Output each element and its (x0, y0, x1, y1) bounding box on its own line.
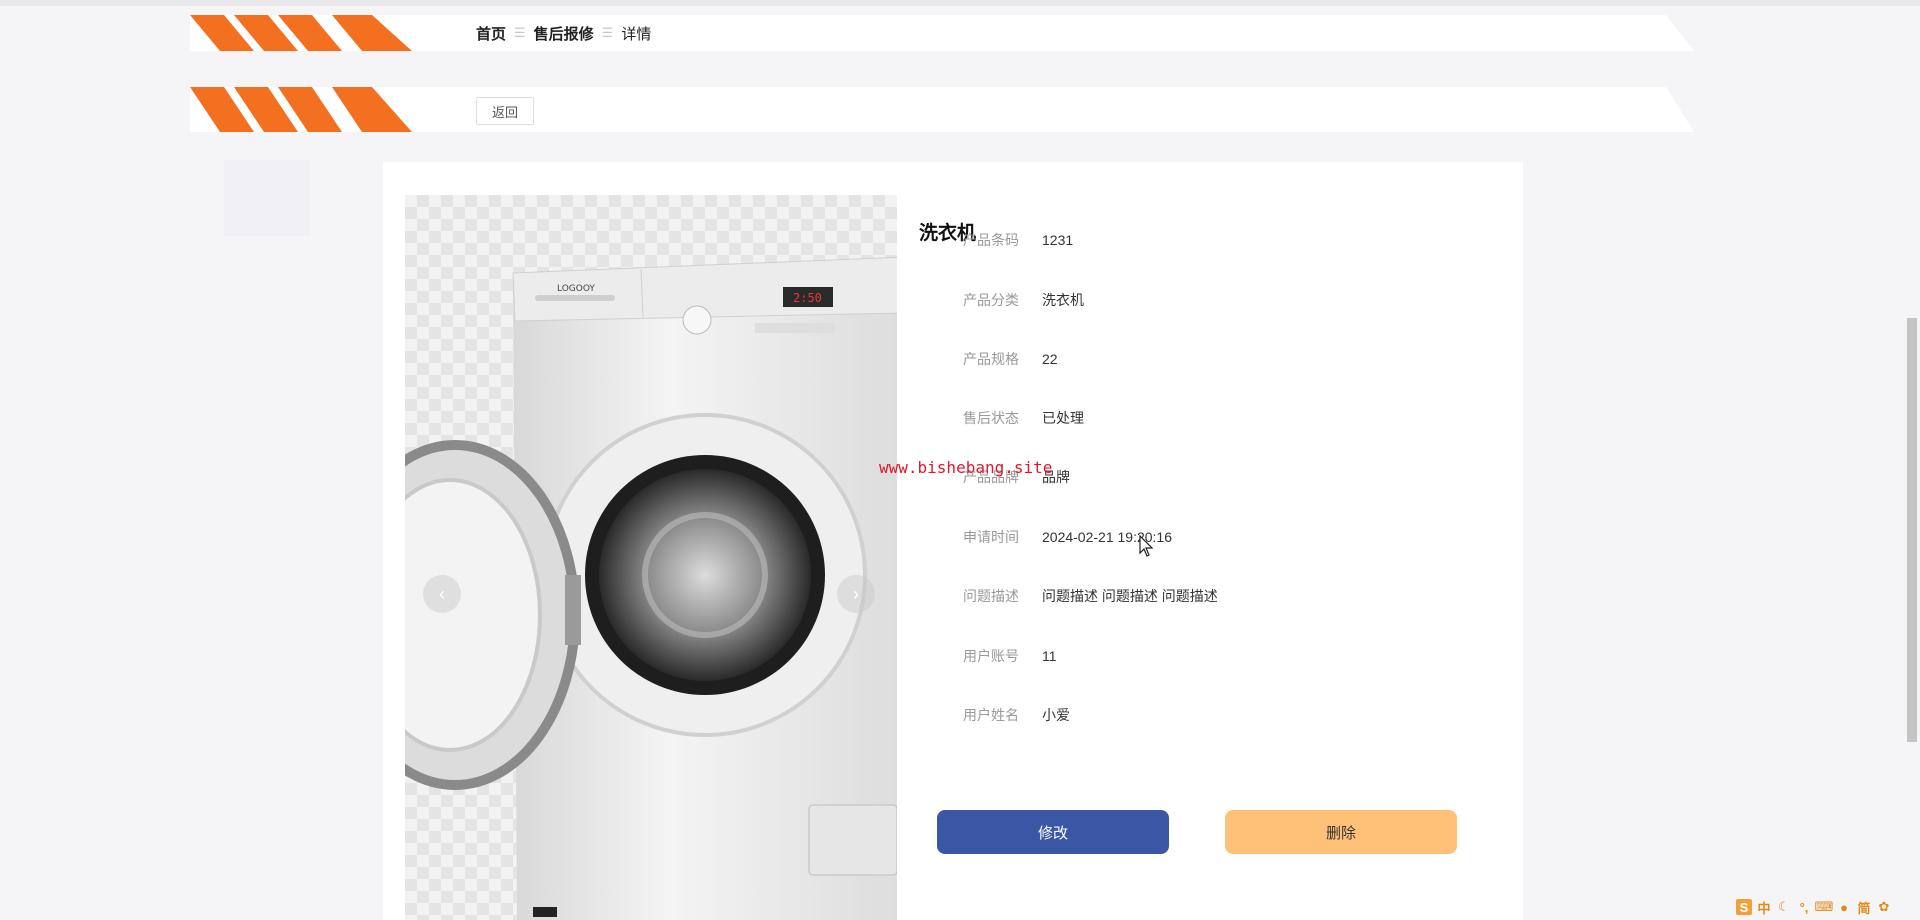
carousel-prev-arrow-icon[interactable]: ‹ (423, 575, 461, 613)
display-readout: 2:50 (793, 291, 822, 305)
background-panel (224, 160, 310, 236)
field-label: 售后状态 (963, 410, 1019, 426)
field-value: 小爱 (1042, 707, 1070, 723)
field-label: 产品分类 (963, 292, 1019, 308)
ime-mode-toggle[interactable]: 简 (1856, 899, 1872, 916)
edit-button[interactable]: 修改 (937, 810, 1169, 854)
carousel-next-arrow-icon[interactable]: › (837, 575, 875, 613)
ime-logo-icon[interactable]: S (1736, 899, 1752, 915)
detail-card: LOGOOY 2:50 ‹ › 洗衣机 产品条码 1231 产品分类 洗衣机 产… (383, 162, 1523, 920)
field-value: 已处理 (1042, 410, 1084, 426)
field-value: 1231 (1042, 232, 1074, 248)
breadcrumb-item-home[interactable]: 首页 (476, 23, 506, 44)
ime-language-toggle[interactable]: 中 (1756, 899, 1772, 916)
mouse-cursor-icon (1139, 535, 1153, 557)
field-spec: 产品规格 22 (919, 347, 1058, 371)
product-image-carousel[interactable]: LOGOOY 2:50 ‹ › (405, 195, 897, 920)
breadcrumb-banner: 首页 ☰ 售后报修 ☰ 详情 (190, 15, 1694, 51)
field-label: 用户账号 (963, 648, 1019, 664)
back-button[interactable]: 返回 (476, 97, 534, 125)
breadcrumb-item-detail: 详情 (621, 25, 652, 43)
field-category: 产品分类 洗衣机 (919, 288, 1084, 312)
watermark-text: www.bishebang.site (879, 458, 1053, 477)
breadcrumb: 首页 ☰ 售后报修 ☰ 详情 (476, 15, 651, 51)
orange-stripes-decoration (190, 87, 412, 132)
keyboard-icon[interactable]: ⌨ (1815, 899, 1834, 915)
field-label: 申请时间 (963, 529, 1019, 545)
moon-icon[interactable]: ☾ (1776, 899, 1792, 915)
field-user-name: 用户姓名 小爱 (919, 703, 1070, 727)
field-value: 22 (1042, 351, 1058, 367)
breadcrumb-separator: ☰ (601, 25, 614, 40)
page-scrollbar[interactable] (1907, 318, 1917, 742)
breadcrumb-item-after-sales[interactable]: 售后报修 (534, 23, 594, 44)
field-value: 11 (1042, 648, 1057, 664)
ime-toolbar: S 中 ☾ °, ⌨ ● 简 ✿ (1736, 898, 1892, 916)
field-value: 问题描述 问题描述 问题描述 (1042, 588, 1218, 604)
field-status: 售后状态 已处理 (919, 406, 1084, 430)
field-user-account: 用户账号 11 (919, 644, 1057, 668)
washing-machine-image: LOGOOY 2:50 (405, 256, 897, 920)
browser-top-edge (0, 0, 1920, 6)
orange-stripes-decoration (190, 15, 412, 51)
field-label: 产品规格 (963, 351, 1019, 367)
user-icon[interactable]: ● (1836, 899, 1852, 915)
delete-button[interactable]: 删除 (1225, 810, 1457, 854)
brand-logo-text: LOGOOY (557, 284, 595, 294)
field-value: 洗衣机 (1042, 292, 1084, 308)
field-label: 问题描述 (963, 588, 1019, 604)
settings-gear-icon[interactable]: ✿ (1876, 899, 1892, 915)
field-barcode: 产品条码 1231 (919, 228, 1073, 252)
field-label: 用户姓名 (963, 707, 1019, 723)
punctuation-icon[interactable]: °, (1796, 899, 1812, 915)
field-issue-description: 问题描述 问题描述 问题描述 问题描述 (919, 584, 1218, 608)
field-label: 产品条码 (963, 232, 1019, 248)
field-apply-time: 申请时间 2024-02-21 19:20:16 (919, 525, 1172, 549)
action-banner: 返回 (190, 87, 1694, 132)
breadcrumb-separator: ☰ (514, 25, 526, 40)
